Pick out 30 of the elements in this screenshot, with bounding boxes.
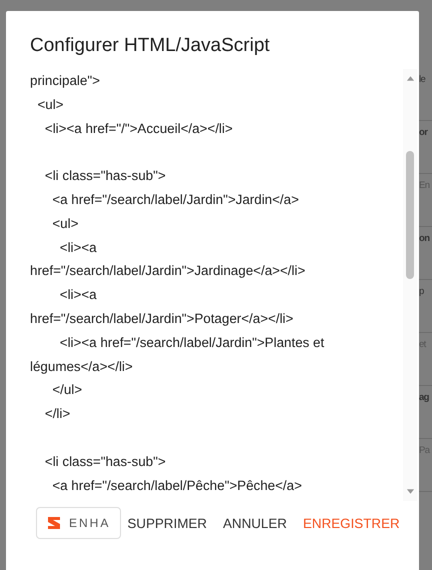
scrollbar-thumb[interactable] — [406, 151, 414, 279]
code-line: <ul> — [36, 96, 64, 112]
code-line: </li> — [44, 406, 70, 422]
code-line: <li><a — [58, 240, 97, 255]
code-line: <li><a href="/">Accueil</a></li> — [44, 120, 233, 136]
code-line: href="/search/label/Jardin">Potager</a></li> — [30, 310, 294, 326]
background-text: le — [419, 74, 426, 85]
background-text: ag — [419, 392, 429, 403]
dialog-button[interactable]: ANNULER — [216, 510, 293, 536]
logo-icon — [47, 516, 61, 530]
code-line: href="/search/label/Jardin">Jardinage</a></li> — [30, 263, 306, 278]
code-line: <li class="has-sub"> — [44, 454, 166, 469]
scroll-down-icon[interactable] — [406, 488, 414, 496]
code-line: <li class="has-sub"> — [44, 168, 166, 184]
code-line: <li><a — [58, 287, 97, 302]
background-text: p — [419, 286, 424, 297]
code-line: principale"> — [30, 73, 100, 88]
scroll-up-icon[interactable] — [406, 74, 414, 82]
enhance-badge[interactable]: ENHA — [36, 507, 122, 539]
code-line: <a href="/search/label/Pêche">Pêche</a> — [51, 478, 302, 493]
dialog-title: Configurer HTML/JavaScript — [30, 35, 271, 57]
code-line: légumes</a></li> — [30, 358, 133, 374]
dialog-button[interactable]: SUPPRIMER — [121, 510, 213, 536]
background-text: or — [419, 127, 428, 138]
code-line: <li><a href="/search/label/Jardin">Plantes et — [58, 334, 324, 350]
code-line: <ul> — [51, 216, 78, 231]
background-text: on — [419, 233, 430, 244]
code-line: </ul> — [51, 382, 82, 398]
badge-text: ENHA — [69, 516, 110, 530]
code-line: <a href="/search/label/Jardin">Jardin</a> — [51, 192, 299, 207]
